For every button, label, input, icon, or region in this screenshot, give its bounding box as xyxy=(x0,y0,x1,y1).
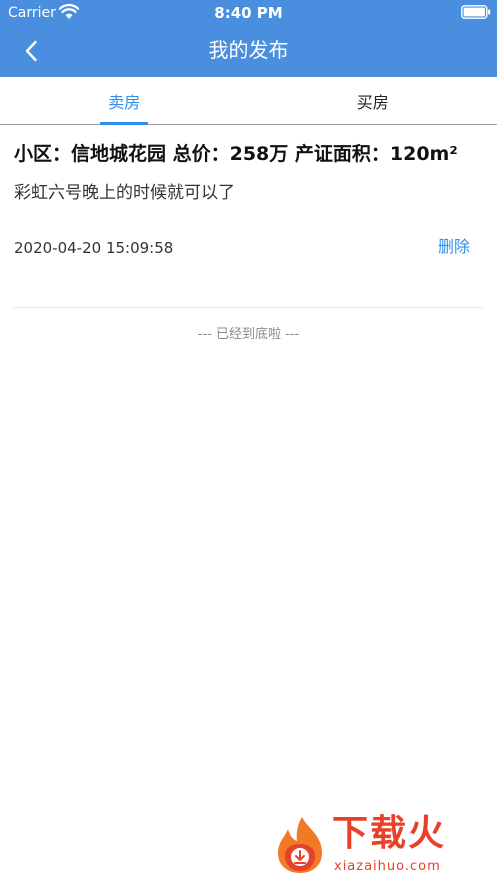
status-bar: Carrier 8:40 PM xyxy=(0,0,497,26)
listing-card[interactable]: 小区：信地城花园 总价：258万 产证面积：120m² 彩虹六号晚上的时候就可以… xyxy=(14,140,482,308)
listing-description: 彩虹六号晚上的时候就可以了 xyxy=(14,183,235,203)
tab-buy-house[interactable]: 买房 xyxy=(249,77,497,124)
listing-title: 小区：信地城花园 总价：258万 产证面积：120m² xyxy=(14,143,458,165)
delete-button[interactable]: 删除 xyxy=(438,236,470,258)
flame-logo-icon xyxy=(278,817,322,873)
nav-bar: 我的发布 xyxy=(0,26,497,77)
tab-label: 卖房 xyxy=(108,92,141,112)
app-header: Carrier 8:40 PM 我的发布 xyxy=(0,0,497,77)
status-time: 8:40 PM xyxy=(214,4,283,22)
listing-meta: 2020-04-20 15:09:58 删除 xyxy=(14,235,482,261)
tab-label: 买房 xyxy=(356,92,389,112)
end-of-list-note: --- 已经到底啦 --- xyxy=(197,327,300,342)
active-tab-indicator xyxy=(100,122,149,125)
divider xyxy=(14,307,482,308)
tab-sell-house[interactable]: 卖房 xyxy=(0,77,249,125)
watermark: 下载火 xiazaihuo.com xyxy=(272,809,487,879)
app-screen: Carrier 8:40 PM 我的发布 卖房 买房 小区：信地城花园 总价：2… xyxy=(0,0,497,883)
watermark-text: 下载火 xyxy=(332,813,447,854)
page-title: 我的发布 xyxy=(208,38,289,62)
tab-bar: 卖房 买房 xyxy=(0,77,497,125)
listing-timestamp: 2020-04-20 15:09:58 xyxy=(14,239,174,257)
battery-icon xyxy=(461,5,491,19)
watermark-domain: xiazaihuo.com xyxy=(334,859,441,874)
